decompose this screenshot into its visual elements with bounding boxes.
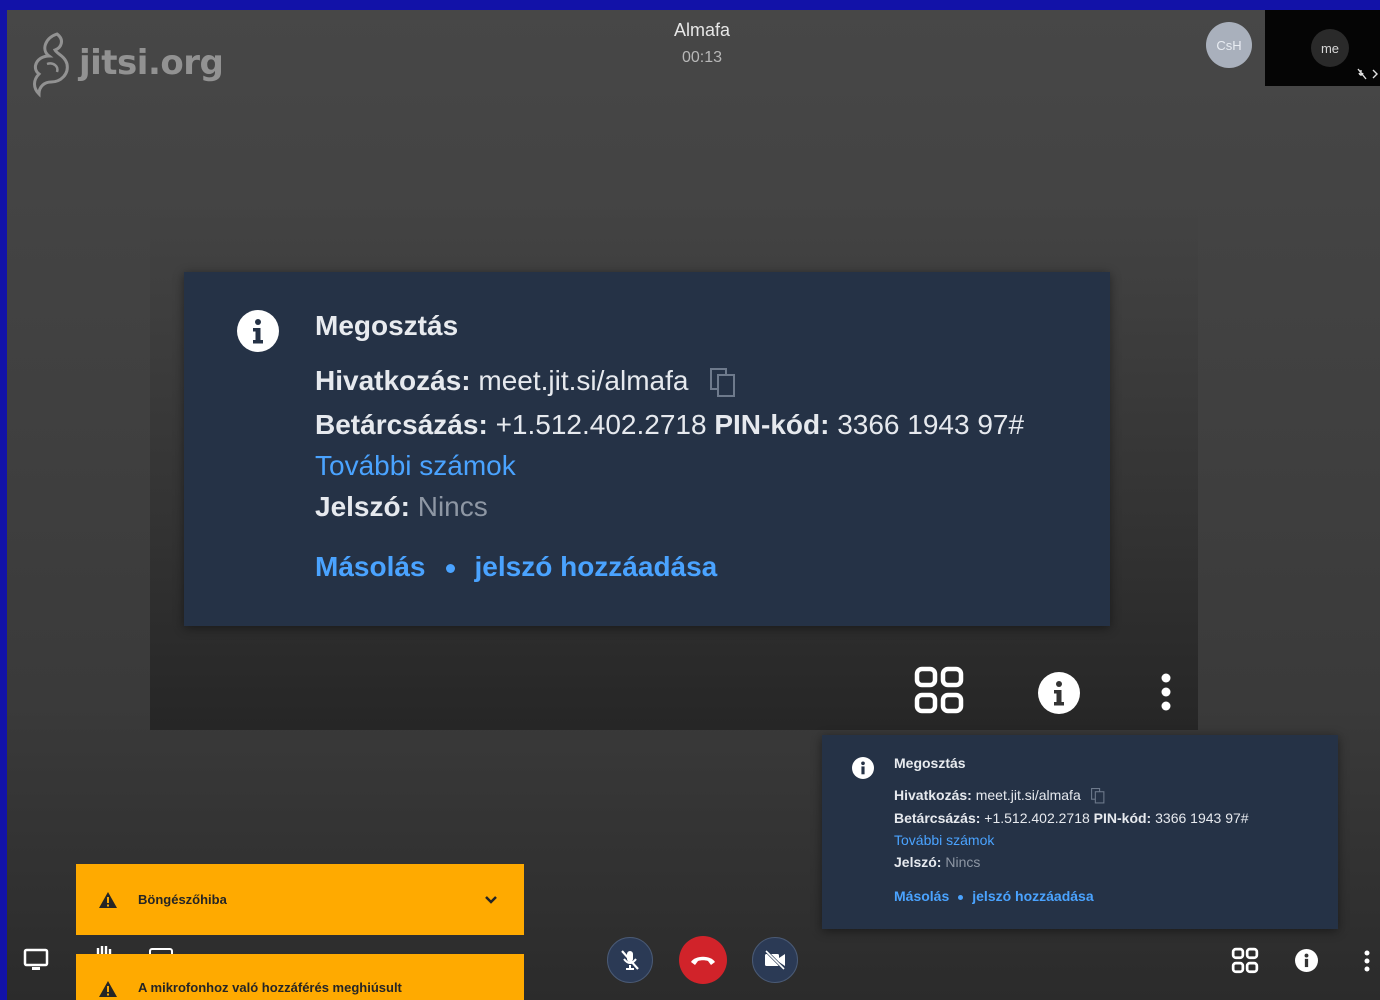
password-label: Jelszó: bbox=[315, 490, 410, 522]
invite-dialin-row: Betárcsázás: +1.512.402.2718 PIN-kód: 33… bbox=[894, 810, 1249, 826]
notification-title: Böngészőhiba bbox=[138, 892, 227, 907]
notification-browser-error[interactable]: Böngészőhiba bbox=[76, 864, 524, 935]
invite-title: Megosztás bbox=[315, 310, 459, 341]
mic-off-icon bbox=[621, 950, 639, 970]
invite-actions: Másolás jelszó hozzáadása bbox=[315, 551, 1024, 583]
hangup-button[interactable] bbox=[679, 936, 727, 984]
more-vertical-icon[interactable] bbox=[1364, 950, 1370, 972]
separator-dot bbox=[445, 563, 455, 573]
conference-stage: jitsi.org Almafa 00:13 CsH me Megosztás … bbox=[7, 10, 1380, 1000]
password-label: Jelszó: bbox=[894, 854, 942, 871]
invite-card-large: Megosztás Hivatkozás: meet.jit.si/almafa… bbox=[184, 272, 1110, 626]
hangup-icon bbox=[691, 956, 715, 965]
pin-label: PIN-kód: bbox=[714, 408, 830, 440]
invite-password-row: Jelszó: Nincs bbox=[315, 492, 1024, 521]
info-icon bbox=[237, 310, 279, 352]
local-avatar: me bbox=[1311, 29, 1349, 67]
dialin-number: +1.512.402.2718 bbox=[984, 810, 1090, 827]
invite-card: Megosztás Hivatkozás: meet.jit.si/almafa… bbox=[822, 735, 1338, 929]
add-password-link[interactable]: jelszó hozzáadása bbox=[475, 551, 718, 582]
camera-button[interactable] bbox=[752, 937, 798, 983]
zoomed-stage-preview: Megosztás Hivatkozás: meet.jit.si/almafa… bbox=[150, 210, 1198, 730]
conference-title: Almafa bbox=[673, 20, 731, 40]
microphone-button[interactable] bbox=[607, 937, 653, 983]
camera-off-icon bbox=[764, 950, 786, 970]
invite-link-row: Hivatkozás: meet.jit.si/almafa bbox=[315, 366, 1024, 398]
pin-value: 3366 1943 97# bbox=[837, 408, 1025, 440]
separator-dot bbox=[958, 895, 964, 901]
invite-more-row: További számok bbox=[894, 832, 1249, 848]
copy-link[interactable]: Másolás bbox=[315, 551, 426, 582]
tile-view-icon[interactable] bbox=[913, 665, 965, 717]
invite-link-row: Hivatkozás: meet.jit.si/almafa bbox=[894, 787, 1249, 804]
more-numbers-link[interactable]: További számok bbox=[315, 450, 516, 481]
dialin-label: Betárcsázás: bbox=[315, 408, 488, 440]
copy-icon[interactable] bbox=[1090, 788, 1105, 804]
invite-more-row: További számok bbox=[315, 451, 1024, 480]
link-value[interactable]: meet.jit.si/almafa bbox=[478, 365, 688, 396]
local-video-thumbnail[interactable]: me bbox=[1265, 10, 1380, 86]
link-label: Hivatkozás: bbox=[894, 787, 972, 803]
dialin-label: Betárcsázás: bbox=[894, 810, 981, 827]
conference-timer: 00:13 bbox=[681, 49, 723, 66]
remote-participant-avatar[interactable]: CsH bbox=[1206, 22, 1252, 68]
link-value[interactable]: meet.jit.si/almafa bbox=[976, 787, 1081, 803]
notification-title: A mikrofonhoz való hozzáférés meghiúsult bbox=[138, 980, 402, 995]
password-value: Nincs bbox=[417, 490, 488, 522]
info-icon[interactable] bbox=[1038, 672, 1080, 714]
invite-password-row: Jelszó: Nincs bbox=[894, 854, 1249, 870]
mic-off-icon bbox=[1357, 68, 1378, 80]
add-password-link[interactable]: jelszó hozzáadása bbox=[972, 888, 1093, 904]
more-numbers-link[interactable]: További számok bbox=[894, 832, 994, 848]
warning-icon bbox=[99, 891, 117, 908]
copy-icon[interactable] bbox=[710, 367, 736, 398]
copy-link[interactable]: Másolás bbox=[894, 888, 949, 904]
password-value: Nincs bbox=[945, 854, 981, 871]
info-icon[interactable] bbox=[1295, 949, 1318, 972]
pin-label: PIN-kód: bbox=[1093, 810, 1152, 827]
info-icon bbox=[852, 757, 874, 779]
invite-dialin-row: Betárcsázás: +1.512.402.2718 PIN-kód: 33… bbox=[315, 410, 1024, 439]
chevron-down-icon[interactable] bbox=[484, 895, 498, 905]
conference-subject: Almafa 00:13 bbox=[7, 20, 1380, 67]
invite-title: Megosztás bbox=[894, 755, 966, 771]
invite-actions: Másolás jelszó hozzáadása bbox=[894, 888, 1249, 904]
screen-share-icon[interactable] bbox=[23, 948, 49, 972]
warning-icon bbox=[99, 981, 117, 997]
tile-view-icon[interactable] bbox=[1231, 947, 1259, 975]
link-label: Hivatkozás: bbox=[315, 365, 471, 396]
dialin-number: +1.512.402.2718 bbox=[495, 408, 707, 440]
pin-value: 3366 1943 97# bbox=[1155, 810, 1249, 827]
more-vertical-icon[interactable] bbox=[1160, 672, 1172, 712]
notification-mic-access[interactable]: A mikrofonhoz való hozzáférés meghiúsult bbox=[76, 954, 524, 1000]
